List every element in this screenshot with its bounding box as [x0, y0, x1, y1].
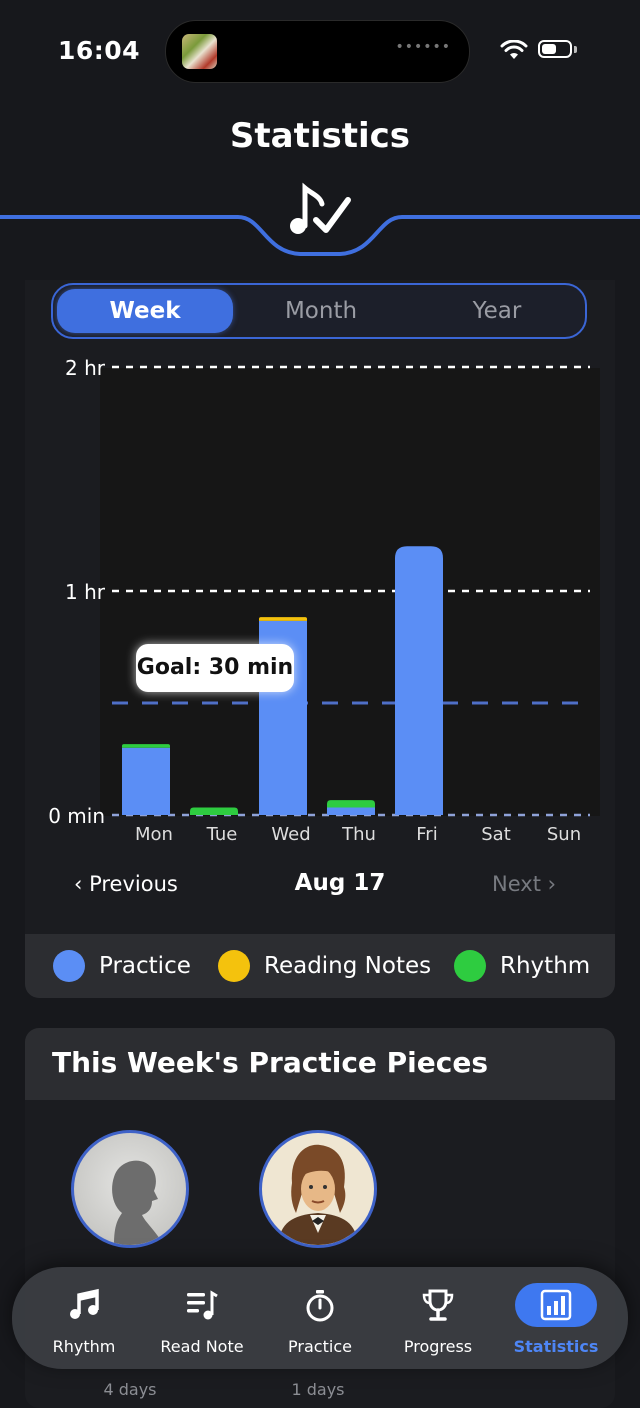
current-week-date: Aug 17 — [294, 870, 386, 896]
music-note-icon — [59, 1283, 109, 1327]
chart-legend: Practice Reading Notes Rhythm — [25, 934, 615, 998]
legend-label: Reading Notes — [264, 953, 432, 979]
music-list-icon — [177, 1283, 227, 1327]
bar-wed-reading-notes — [259, 617, 307, 621]
pieces-title: This Week's Practice Pieces — [52, 1046, 489, 1079]
x-tick-label: Sat — [481, 824, 511, 845]
y-tick-label: 0 min — [48, 804, 105, 828]
tab-label: Read Note — [160, 1337, 244, 1356]
bar-thu-rhythm — [327, 800, 375, 808]
practice-dot — [53, 950, 85, 982]
tab-rhythm[interactable]: Rhythm — [25, 1267, 143, 1369]
x-tick-label: Sun — [547, 824, 581, 845]
chevron-left-icon: ‹ — [74, 872, 83, 896]
x-tick-label: Fri — [416, 824, 437, 845]
tab-progress[interactable]: Progress — [379, 1267, 497, 1369]
legend-reading-notes[interactable]: Reading Notes — [218, 948, 431, 984]
tab-read-note[interactable]: Read Note — [143, 1267, 261, 1369]
goal-label: Goal: 30 min — [136, 644, 294, 692]
bar-fri-practice — [395, 546, 443, 815]
next-label: Next — [492, 872, 541, 896]
tab-practice[interactable]: Practice — [261, 1267, 379, 1369]
tab-label: Practice — [288, 1337, 352, 1356]
x-tick-label: Wed — [271, 824, 310, 845]
next-week-button[interactable]: Next › — [492, 872, 556, 896]
trophy-icon — [413, 1283, 463, 1327]
tab-label: Rhythm — [52, 1337, 116, 1356]
tab-label: Progress — [403, 1337, 473, 1356]
bar-thu-practice — [327, 807, 375, 815]
legend-rhythm[interactable]: Rhythm — [454, 948, 590, 984]
reading-notes-dot — [218, 950, 250, 982]
legend-practice[interactable]: Practice — [53, 948, 191, 984]
previous-label: Previous — [89, 872, 178, 896]
previous-week-button[interactable]: ‹ Previous — [74, 872, 178, 896]
bar-tue-rhythm — [190, 807, 238, 815]
piece-days-count: 1 days — [291, 1380, 345, 1399]
y-tick-label: 2 hr — [65, 356, 106, 380]
weekly-practice-chart: 0 min 1 hr 2 hr Mon Tue Wed Thu Fri Sat Sun — [48, 356, 590, 845]
person-silhouette-icon — [112, 1160, 164, 1245]
piece-days-count: 4 days — [103, 1380, 157, 1399]
x-tick-label: Mon — [135, 824, 173, 845]
bar-mon-practice — [122, 747, 170, 815]
legend-label: Rhythm — [500, 953, 591, 979]
x-tick-label: Tue — [206, 824, 238, 845]
piece-avatar-composer[interactable] — [259, 1130, 377, 1248]
stopwatch-icon — [295, 1283, 345, 1327]
composer-portrait-icon — [278, 1144, 358, 1245]
piece-avatar-silhouette[interactable] — [71, 1130, 189, 1248]
chevron-right-icon: › — [547, 872, 557, 896]
x-tick-label: Thu — [341, 824, 376, 845]
pieces-header: This Week's Practice Pieces — [25, 1028, 615, 1100]
bar-chart-icon — [515, 1283, 597, 1327]
legend-label: Practice — [99, 953, 191, 979]
tab-statistics[interactable]: Statistics — [497, 1267, 615, 1369]
bar-mon-rhythm — [122, 744, 170, 748]
bottom-tab-bar: Rhythm Read Note Practice Progress Stati… — [12, 1267, 628, 1369]
rhythm-dot — [454, 950, 486, 982]
y-tick-label: 1 hr — [65, 580, 106, 604]
tab-label: Statistics — [513, 1337, 599, 1356]
